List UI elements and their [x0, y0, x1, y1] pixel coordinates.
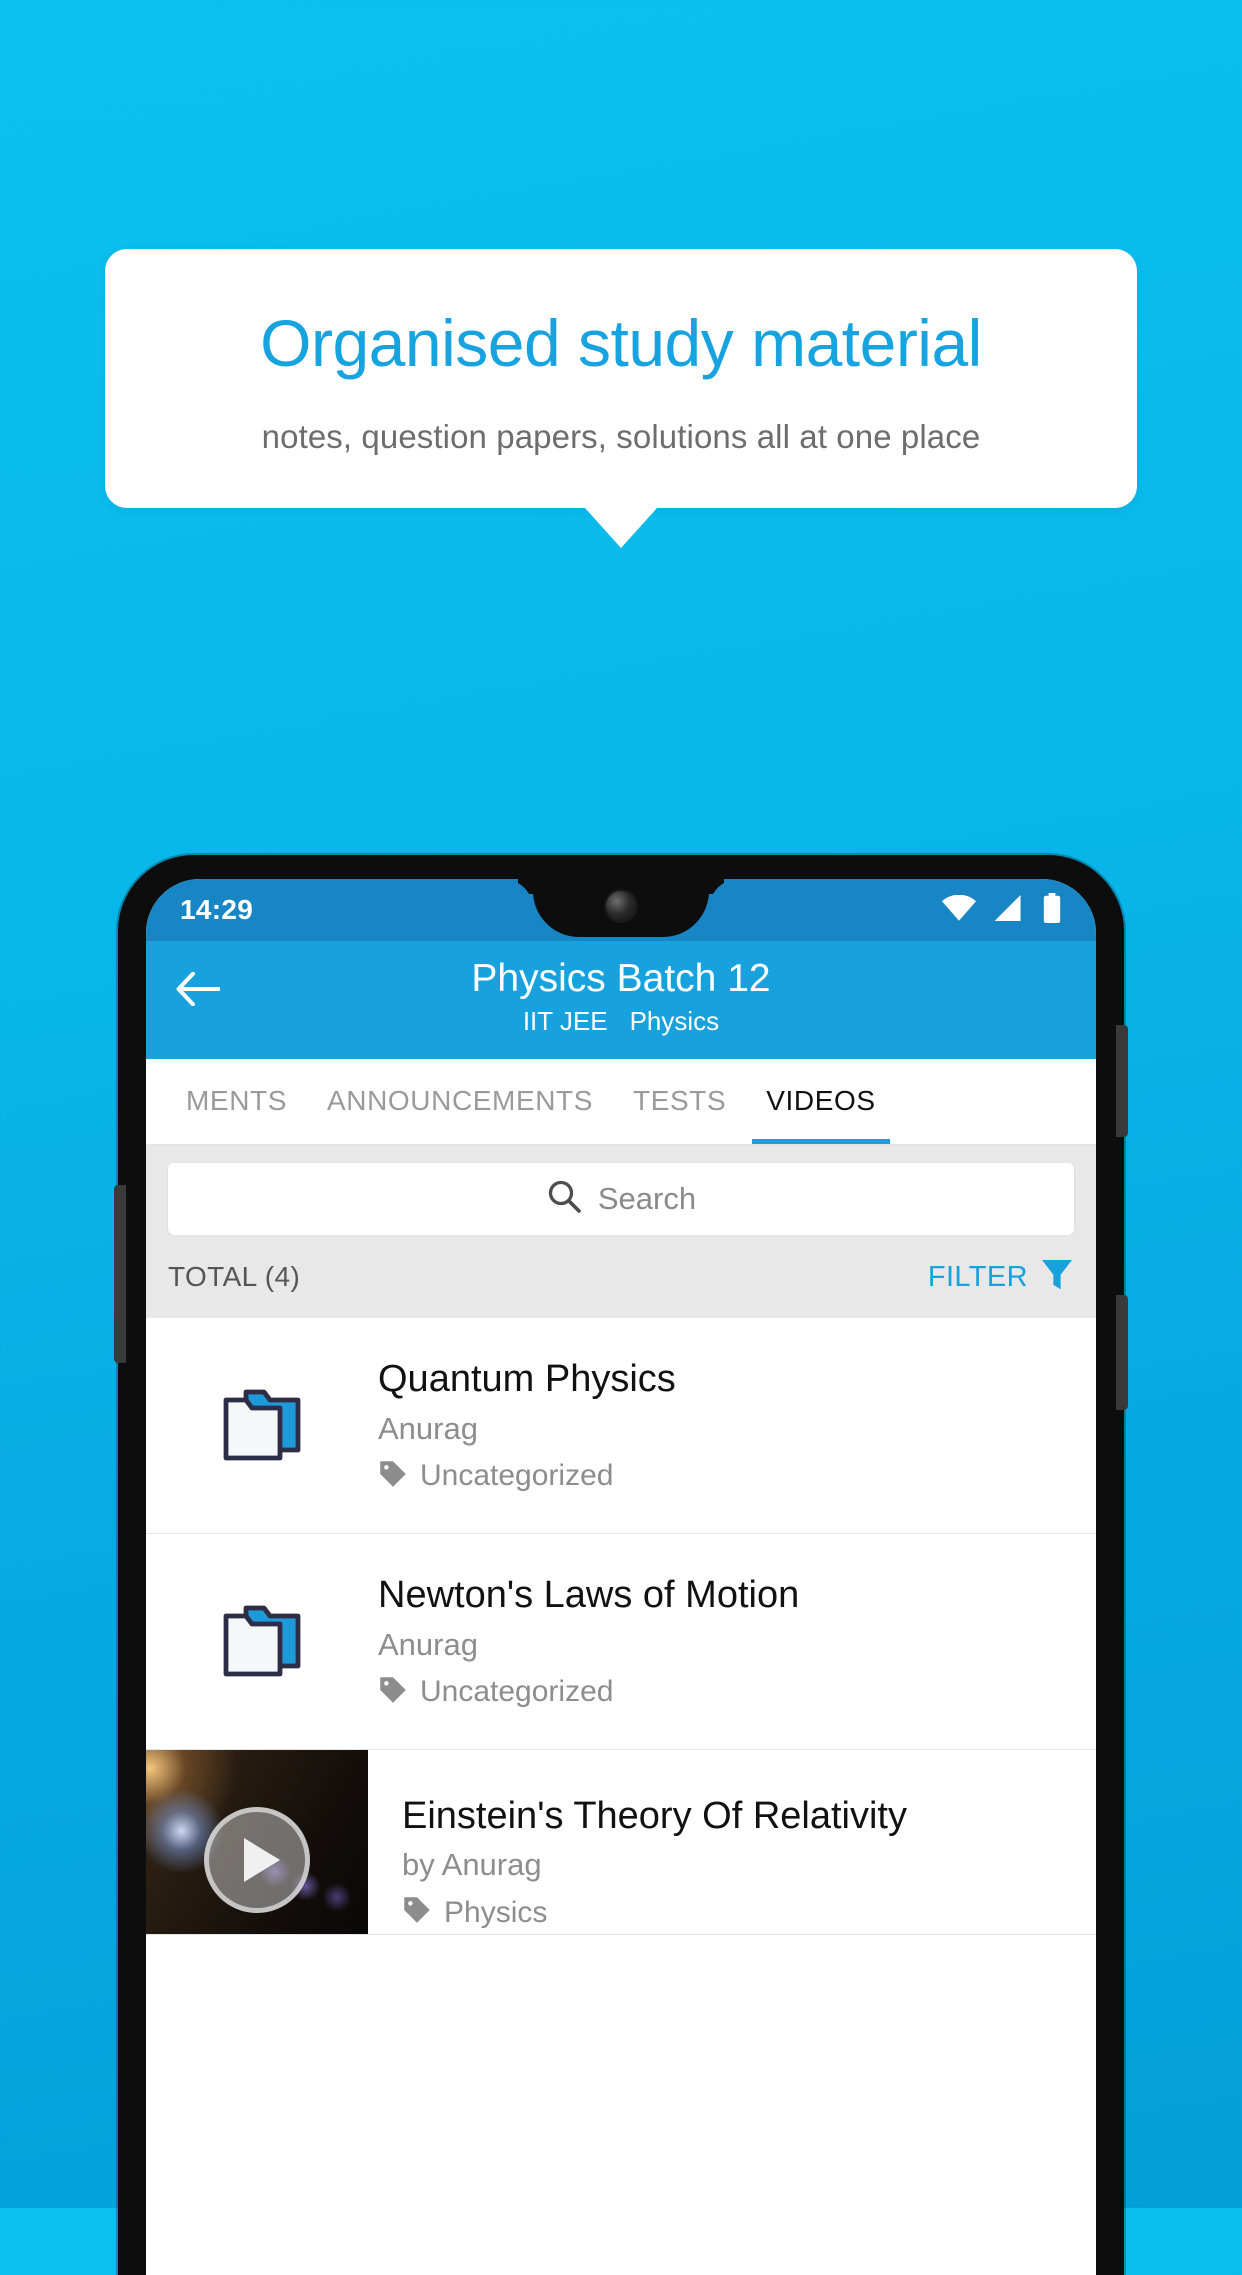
wifi-icon [942, 894, 976, 926]
list-item-title: Einstein's Theory Of Relativity [402, 1794, 907, 1837]
status-bar: 14:29 [146, 879, 1096, 941]
tab-assignments[interactable]: MENTS [166, 1059, 307, 1144]
promo-title: Organised study material [260, 306, 982, 380]
tab-videos[interactable]: VIDEOS [746, 1059, 895, 1144]
app-bar: Physics Batch 12 IIT JEE Physics [146, 941, 1096, 1059]
content-list: Quantum Physics Anurag Uncategorized New… [146, 1317, 1096, 1935]
list-item-author: Anurag [378, 1410, 478, 1446]
list-item[interactable]: Newton's Laws of Motion Anurag Uncategor… [146, 1534, 1096, 1750]
promo-bubble: Organised study material notes, question… [105, 249, 1137, 548]
front-camera-icon [606, 891, 636, 921]
list-item-tag: Uncategorized [378, 1459, 1074, 1494]
tab-label: VIDEOS [766, 1085, 876, 1117]
list-item-tag: Uncategorized [378, 1675, 1074, 1710]
battery-icon [1042, 892, 1062, 928]
back-arrow-icon [176, 971, 221, 1011]
play-button[interactable] [204, 1807, 310, 1914]
list-item-author: Anurag [378, 1626, 478, 1662]
phone-mockup: 14:29 Physics Batch 12 IIT JEE Physics M… [114, 855, 1128, 2275]
folder-icon [146, 1600, 378, 1682]
filter-button[interactable]: FILTER [928, 1257, 1074, 1298]
camera-notch [533, 879, 709, 937]
filter-funnel-icon [1040, 1257, 1074, 1298]
search-placeholder: Search [597, 1180, 697, 1216]
list-item[interactable]: Quantum Physics Anurag Uncategorized [146, 1318, 1096, 1534]
list-item-body: Einstein's Theory Of Relativity by Anura… [368, 1750, 1096, 1934]
play-icon [244, 1838, 280, 1883]
list-item-tag-text: Uncategorized [420, 1459, 614, 1493]
list-item-author: by Anurag [402, 1847, 542, 1883]
volume-button[interactable] [114, 1185, 126, 1363]
video-thumbnail[interactable] [146, 1749, 368, 1934]
filter-label: FILTER [927, 1260, 1028, 1293]
breadcrumb-exam: IIT JEE [522, 1005, 608, 1036]
back-button[interactable] [174, 967, 222, 1015]
search-zone: Search [146, 1144, 1096, 1235]
total-count-label: TOTAL (4) [168, 1261, 301, 1293]
list-item-body: Quantum Physics Anurag Uncategorized [378, 1357, 1086, 1494]
bubble-tail-icon [585, 507, 657, 548]
search-icon [546, 1178, 582, 1219]
power-button[interactable] [1116, 1025, 1128, 1137]
tab-label: ANNOUNCEMENTS [327, 1085, 594, 1117]
tab-bar: MENTS ANNOUNCEMENTS TESTS VIDEOS [146, 1058, 1096, 1145]
list-item-title: Newton's Laws of Motion [378, 1574, 800, 1617]
tag-icon [378, 1459, 408, 1494]
promo-subtitle: notes, question papers, solutions all at… [261, 417, 981, 455]
promo-card: Organised study material notes, question… [105, 249, 1137, 508]
tab-label: MENTS [186, 1085, 287, 1117]
search-input[interactable]: Search [168, 1162, 1074, 1235]
tab-label: TESTS [633, 1085, 727, 1117]
list-item-title: Quantum Physics [378, 1358, 676, 1401]
breadcrumb-subject: Physics [629, 1005, 720, 1036]
assistant-button[interactable] [1116, 1295, 1128, 1410]
list-item-tag-text: Physics [444, 1895, 548, 1929]
phone-screen: 14:29 Physics Batch 12 IIT JEE Physics M… [146, 879, 1096, 2275]
list-item[interactable]: Einstein's Theory Of Relativity by Anura… [146, 1749, 1096, 1935]
tag-icon [378, 1675, 408, 1710]
tab-tests[interactable]: TESTS [613, 1059, 746, 1144]
folder-icon [146, 1384, 378, 1466]
signal-icon [994, 894, 1024, 926]
tag-icon [402, 1895, 432, 1930]
list-item-tag: Physics [402, 1895, 1082, 1930]
list-item-tag-text: Uncategorized [420, 1675, 614, 1709]
list-item-body: Newton's Laws of Motion Anurag Uncategor… [378, 1573, 1086, 1710]
list-toolbar: TOTAL (4) FILTER [146, 1234, 1096, 1318]
status-icons [942, 892, 1062, 928]
page-title: Physics Batch 12 [471, 957, 771, 1000]
breadcrumb: IIT JEE Physics [146, 1006, 1096, 1037]
status-time: 14:29 [180, 894, 254, 925]
tab-announcements[interactable]: ANNOUNCEMENTS [307, 1059, 613, 1144]
